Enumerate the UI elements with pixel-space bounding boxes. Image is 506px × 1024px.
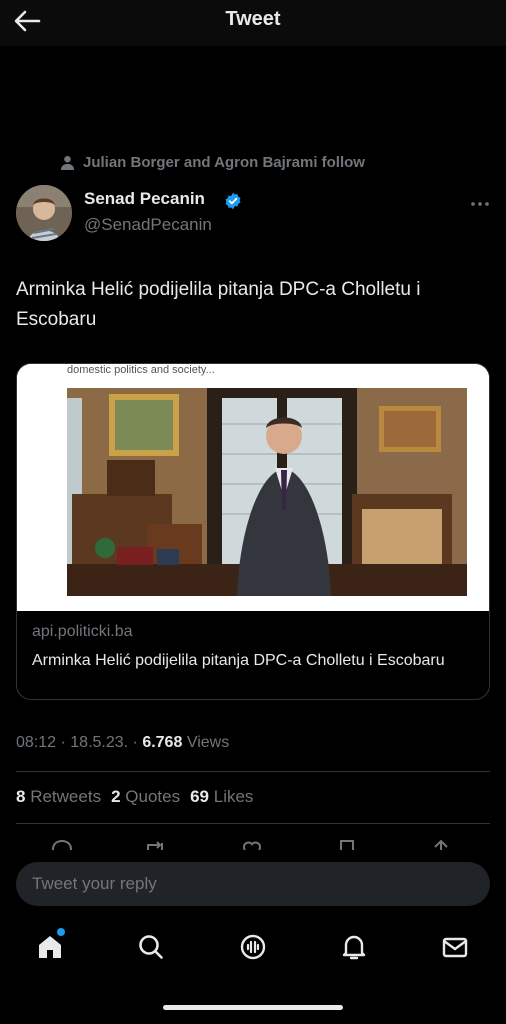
retweets-count: 8	[16, 787, 26, 806]
likes-stat[interactable]: 69 Likes	[190, 787, 253, 807]
page-title: Tweet	[225, 8, 281, 30]
author-name[interactable]: Senad Pecanin	[84, 189, 205, 209]
verified-badge-icon	[224, 192, 242, 210]
notifications-icon[interactable]	[337, 930, 371, 964]
card-image: domestic politics and society...	[17, 364, 489, 611]
reply-input[interactable]	[16, 862, 490, 906]
tweet-stats: 8 Retweets 2 Quotes 69 Likes	[16, 787, 253, 807]
views-label: Views	[186, 734, 230, 751]
quotes-label: Quotes	[125, 787, 181, 806]
social-context-text: Julian Borger and Agron Bajrami follow	[83, 154, 365, 171]
likes-count: 69	[190, 787, 210, 806]
quotes-stat[interactable]: 2 Quotes	[111, 787, 180, 807]
social-context[interactable]: Julian Borger and Agron Bajrami follow	[60, 154, 365, 171]
tweet-date: 18.5.23.	[70, 734, 129, 751]
avatar[interactable]	[16, 185, 72, 241]
card-domain: api.politicki.ba	[32, 623, 133, 640]
divider	[16, 771, 490, 772]
search-icon[interactable]	[134, 930, 168, 964]
quotes-count: 2	[111, 787, 121, 806]
card-title: Arminka Helić podijelila pitanja DPC-a C…	[32, 652, 445, 669]
retweets-stat[interactable]: 8 Retweets	[16, 787, 101, 807]
tweet-text: Arminka Helić podijelila pitanja DPC-a C…	[16, 279, 421, 330]
retweets-label: Retweets	[30, 787, 102, 806]
messages-icon[interactable]	[438, 930, 472, 964]
notification-dot	[57, 928, 65, 936]
divider	[16, 823, 490, 824]
tweet-time: 08:12	[16, 734, 57, 751]
card-image-caption: domestic politics and society...	[67, 364, 215, 376]
author-handle[interactable]: @SenadPecanin	[84, 215, 212, 235]
spaces-icon[interactable]	[236, 930, 270, 964]
link-card[interactable]: domestic politics and society... api.pol…	[16, 363, 490, 700]
likes-label: Likes	[213, 787, 254, 806]
more-options-icon[interactable]	[470, 196, 490, 206]
home-indicator	[163, 1005, 343, 1010]
tweet-meta: 08:12 · 18.5.23. · 6.768 Views	[16, 734, 230, 751]
views-count: 6.768	[142, 734, 183, 751]
person-icon	[60, 155, 75, 170]
